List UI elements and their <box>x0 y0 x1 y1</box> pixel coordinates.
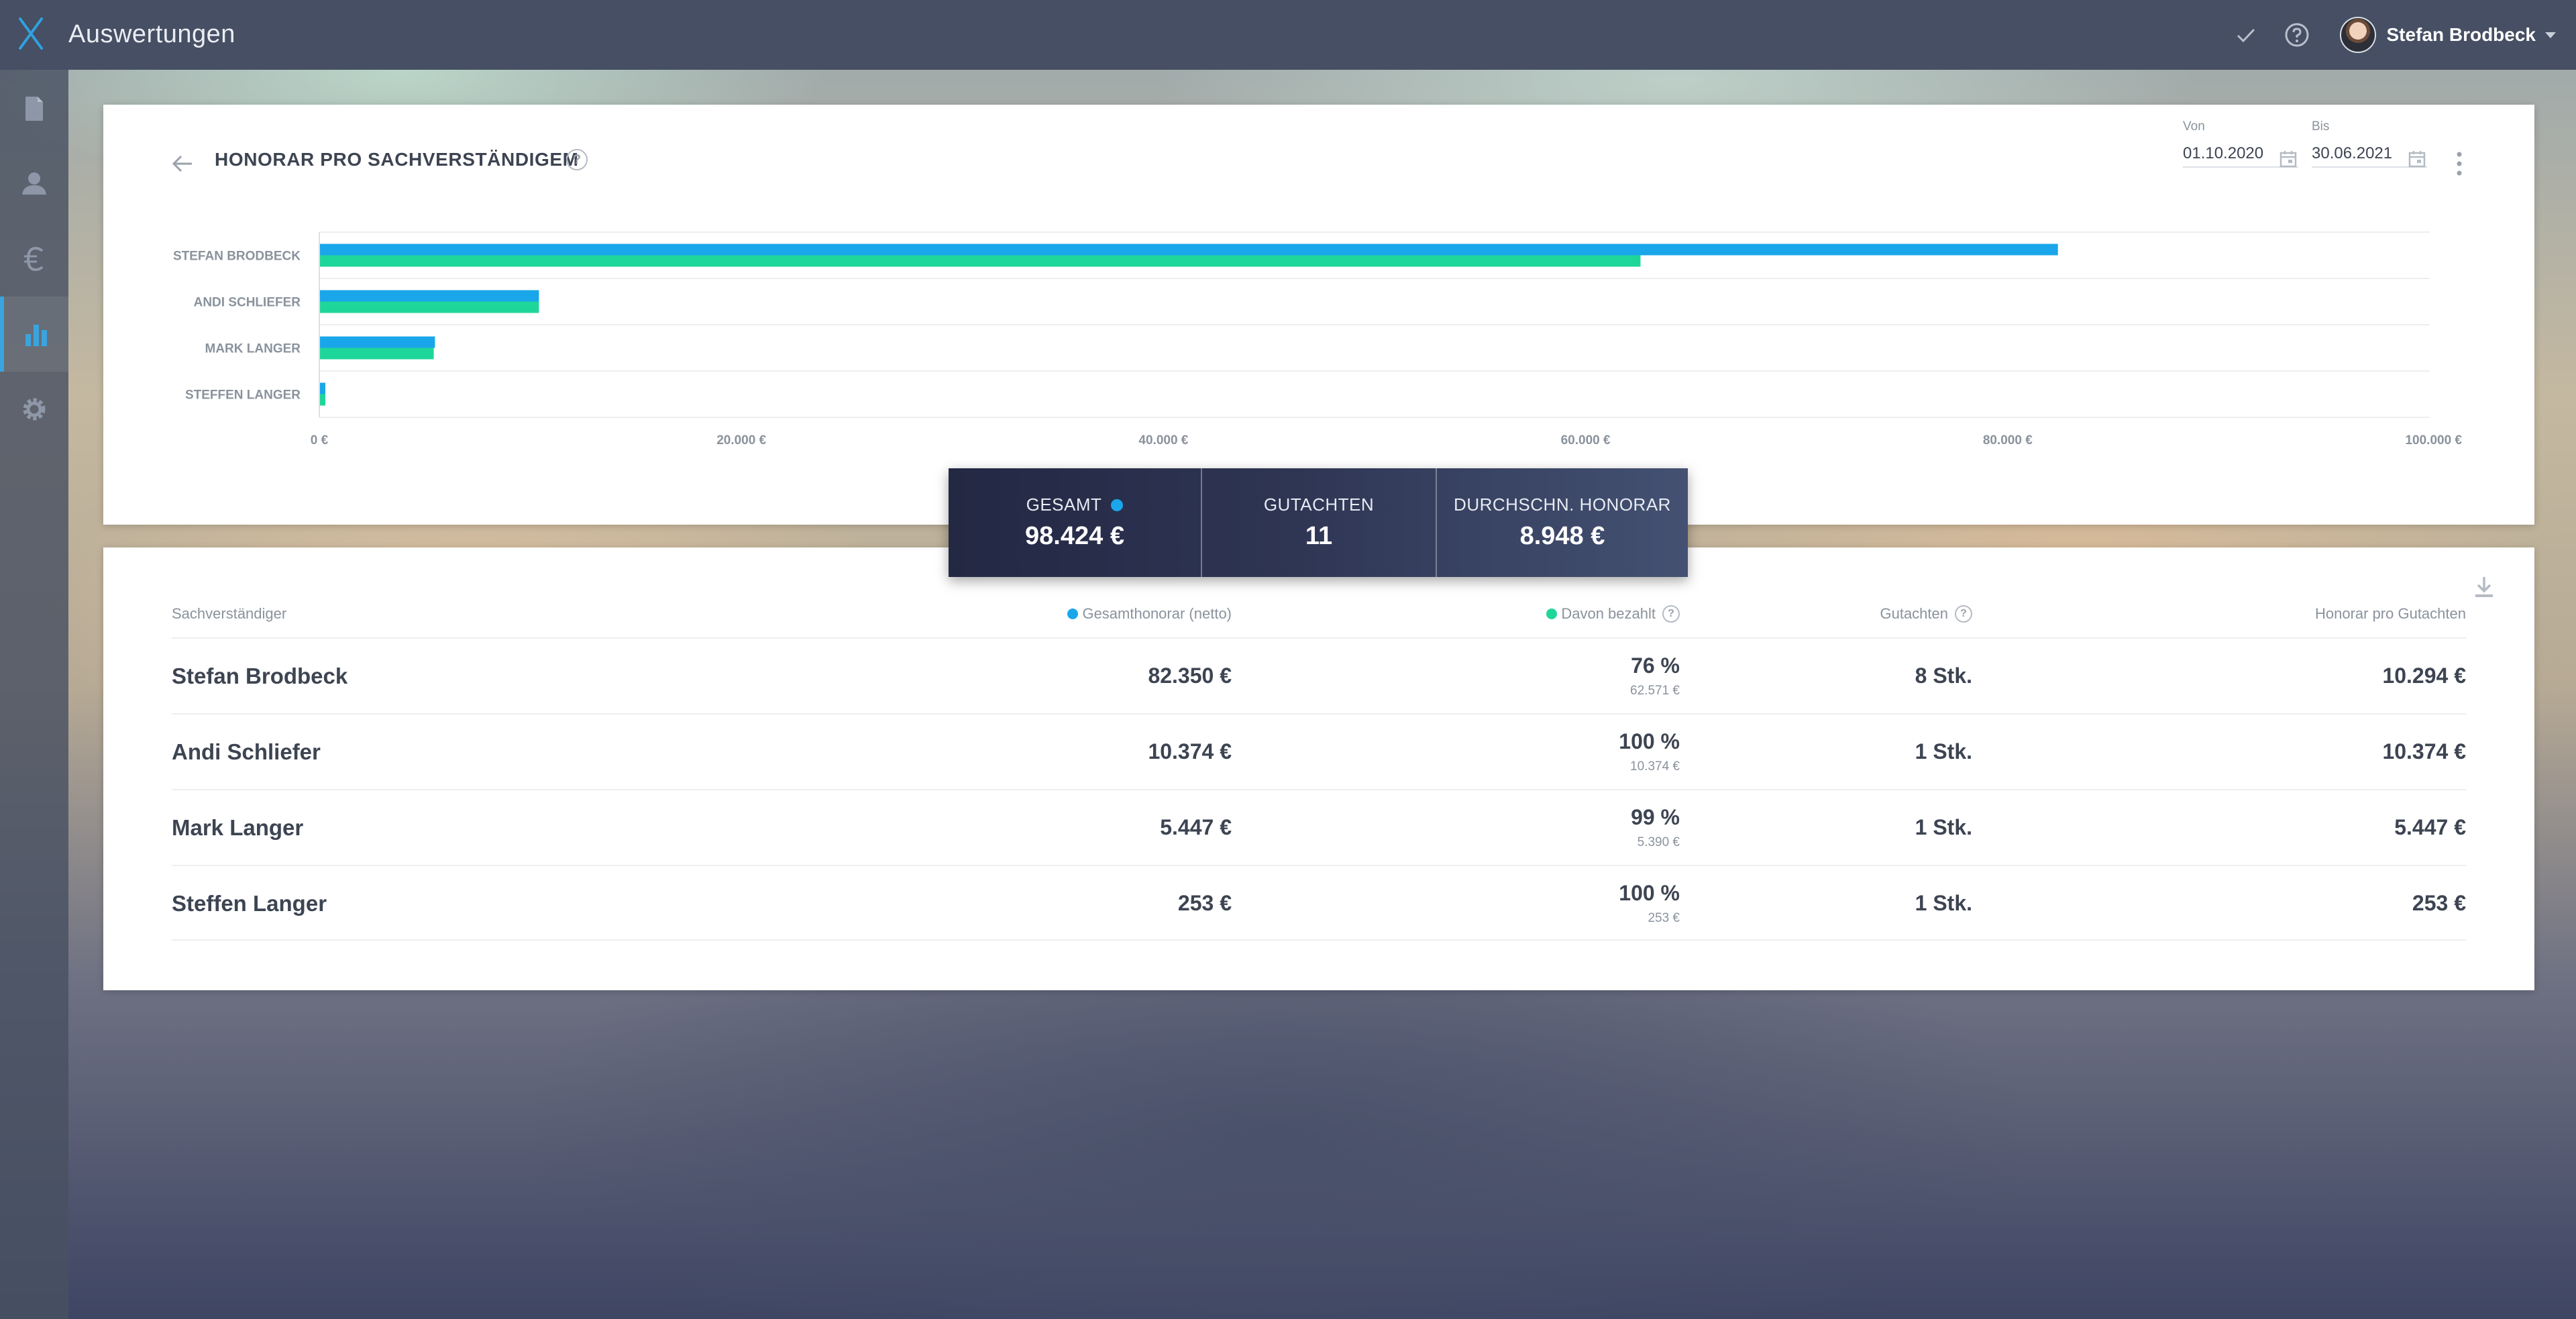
row-paid: 100 % 10.374 € <box>1619 715 1680 789</box>
bar <box>320 394 325 406</box>
row-paid-amount: 62.571 € <box>1630 684 1680 698</box>
contacts-icon <box>22 172 46 195</box>
row-name: Steffen Langer <box>172 890 327 916</box>
bar <box>320 336 435 348</box>
check-icon[interactable] <box>2227 16 2265 54</box>
sidebar-item-reports[interactable] <box>0 297 68 372</box>
column-header-expert-label: Sachverständiger <box>172 605 287 622</box>
bar <box>320 255 1641 267</box>
euro-icon <box>24 246 44 272</box>
row-paid-percent: 100 % <box>1619 729 1680 753</box>
column-header-total-label: Gesamthonorar (netto) <box>1082 605 1232 622</box>
sidebar-item-documents[interactable] <box>0 71 68 146</box>
row-total: 10.374 € <box>1148 739 1232 763</box>
row-count: 8 Stk. <box>1915 664 1972 688</box>
table-row[interactable]: Steffen Langer 253 € 100 % 253 € 1 Stk. … <box>172 865 2466 941</box>
x-tick-label: 100.000 € <box>2405 433 2462 447</box>
x-tick-label: 40.000 € <box>1138 433 1188 447</box>
question-icon[interactable]: ? <box>1955 605 1972 623</box>
download-icon[interactable] <box>2473 574 2496 600</box>
table-row[interactable]: Andi Schliefer 10.374 € 100 % 10.374 € 1… <box>172 713 2466 789</box>
row-paid-amount: 253 € <box>1648 911 1680 925</box>
summary-total-label: GESAMT <box>1026 494 1102 515</box>
table-card: Sachverständiger Gesamthonorar (netto) D… <box>103 547 2534 990</box>
row-paid-percent: 100 % <box>1619 881 1680 905</box>
x-tick-label: 80.000 € <box>1983 433 2033 447</box>
horizontal-bar-chart: STEFAN BRODBECK ANDI SCHLIEFER MARK LANGER… <box>173 231 2462 447</box>
summary-total-value: 98.424 € <box>1025 522 1124 550</box>
bar <box>320 290 539 302</box>
legend-dot-icon <box>1067 609 1079 619</box>
chart-card: HONORAR PRO SACHVERSTÄNDIGEM ? Von 01.10… <box>103 105 2534 525</box>
row-paid-amount: 10.374 € <box>1630 759 1680 774</box>
row-paid-percent: 76 % <box>1631 653 1680 678</box>
page-title: Auswertungen <box>68 20 235 48</box>
row-count: 1 Stk. <box>1915 891 1972 915</box>
sidebar <box>0 70 68 1319</box>
app-logo[interactable] <box>16 15 46 52</box>
bar <box>320 301 539 313</box>
category-label: STEFAN BRODBECK <box>173 250 301 264</box>
row-total: 82.350 € <box>1148 664 1232 688</box>
document-icon <box>25 97 43 121</box>
bar <box>320 382 325 394</box>
row-paid: 100 % 253 € <box>1619 866 1680 941</box>
row-paid: 99 % 5.390 € <box>1631 790 1680 865</box>
column-header-per-report-label: Honorar pro Gutachten <box>2314 605 2466 622</box>
row-paid: 76 % 62.571 € <box>1630 639 1680 713</box>
category-label: STEFFEN LANGER <box>185 388 301 403</box>
bar-chart-icon <box>25 325 47 346</box>
column-header-count[interactable]: Gutachten ? <box>1880 605 1972 623</box>
summary-reports: GUTACHTEN 11 <box>1201 468 1436 577</box>
column-header-total[interactable]: Gesamthonorar (netto) <box>1067 605 1232 623</box>
bar <box>320 348 434 360</box>
category-label: ANDI SCHLIEFER <box>194 296 301 310</box>
row-per-report: 10.294 € <box>2382 664 2466 688</box>
top-bar: Auswertungen Stefan Brodbeck <box>0 0 2576 70</box>
avatar[interactable] <box>2339 17 2376 53</box>
summary-reports-label: GUTACHTEN <box>1263 494 1375 515</box>
row-paid-amount: 5.390 € <box>1637 835 1680 849</box>
table-row[interactable]: Mark Langer 5.447 € 99 % 5.390 € 1 Stk. … <box>172 789 2466 865</box>
row-per-report: 5.447 € <box>2394 815 2466 839</box>
row-count: 1 Stk. <box>1915 815 1972 839</box>
x-tick-label: 60.000 € <box>1561 433 1611 447</box>
help-icon[interactable] <box>2278 16 2316 54</box>
x-tick-label: 20.000 € <box>716 433 766 447</box>
summary-box: GESAMT 98.424 € GUTACHTEN 11 DURCHSCHN. … <box>949 468 1688 577</box>
legend-dot-icon <box>1111 498 1124 511</box>
chevron-down-icon[interactable] <box>2545 32 2556 38</box>
row-name: Stefan Brodbeck <box>172 663 348 688</box>
row-paid-percent: 99 % <box>1631 805 1680 829</box>
x-tick-label: 0 € <box>311 433 329 447</box>
sidebar-item-settings[interactable] <box>0 372 68 447</box>
row-name: Mark Langer <box>172 814 304 840</box>
column-header-expert[interactable]: Sachverständiger <box>172 605 286 623</box>
row-per-report: 253 € <box>2412 891 2466 915</box>
category-label: MARK LANGER <box>205 342 301 356</box>
summary-total: GESAMT 98.424 € <box>949 468 1201 577</box>
sidebar-item-contacts[interactable] <box>0 146 68 221</box>
row-per-report: 10.374 € <box>2382 739 2466 763</box>
column-header-paid[interactable]: Davon bezahlt ? <box>1546 605 1680 623</box>
row-total: 253 € <box>1177 891 1232 915</box>
summary-average: DURCHSCHN. HONORAR 8.948 € <box>1436 468 1688 577</box>
question-icon[interactable]: ? <box>1662 605 1680 623</box>
legend-dot-icon <box>1546 609 1558 619</box>
table-row[interactable]: Stefan Brodbeck 82.350 € 76 % 62.571 € 8… <box>172 637 2466 713</box>
row-total: 5.447 € <box>1160 815 1232 839</box>
gear-icon <box>23 398 46 421</box>
column-header-per-report[interactable]: Honorar pro Gutachten <box>2315 605 2466 623</box>
summary-reports-value: 11 <box>1305 522 1333 550</box>
row-count: 1 Stk. <box>1915 739 1972 763</box>
summary-average-label: DURCHSCHN. HONORAR <box>1454 494 1671 515</box>
bar <box>320 244 2058 256</box>
column-header-count-label: Gutachten <box>1880 605 1948 622</box>
sidebar-item-finance[interactable] <box>0 221 68 297</box>
user-name[interactable]: Stefan Brodbeck <box>2387 24 2536 46</box>
column-header-paid-label: Davon bezahlt <box>1561 605 1656 622</box>
topbar-actions: Stefan Brodbeck <box>2227 0 2556 70</box>
summary-average-value: 8.948 € <box>1519 522 1605 550</box>
row-name: Andi Schliefer <box>172 739 321 764</box>
